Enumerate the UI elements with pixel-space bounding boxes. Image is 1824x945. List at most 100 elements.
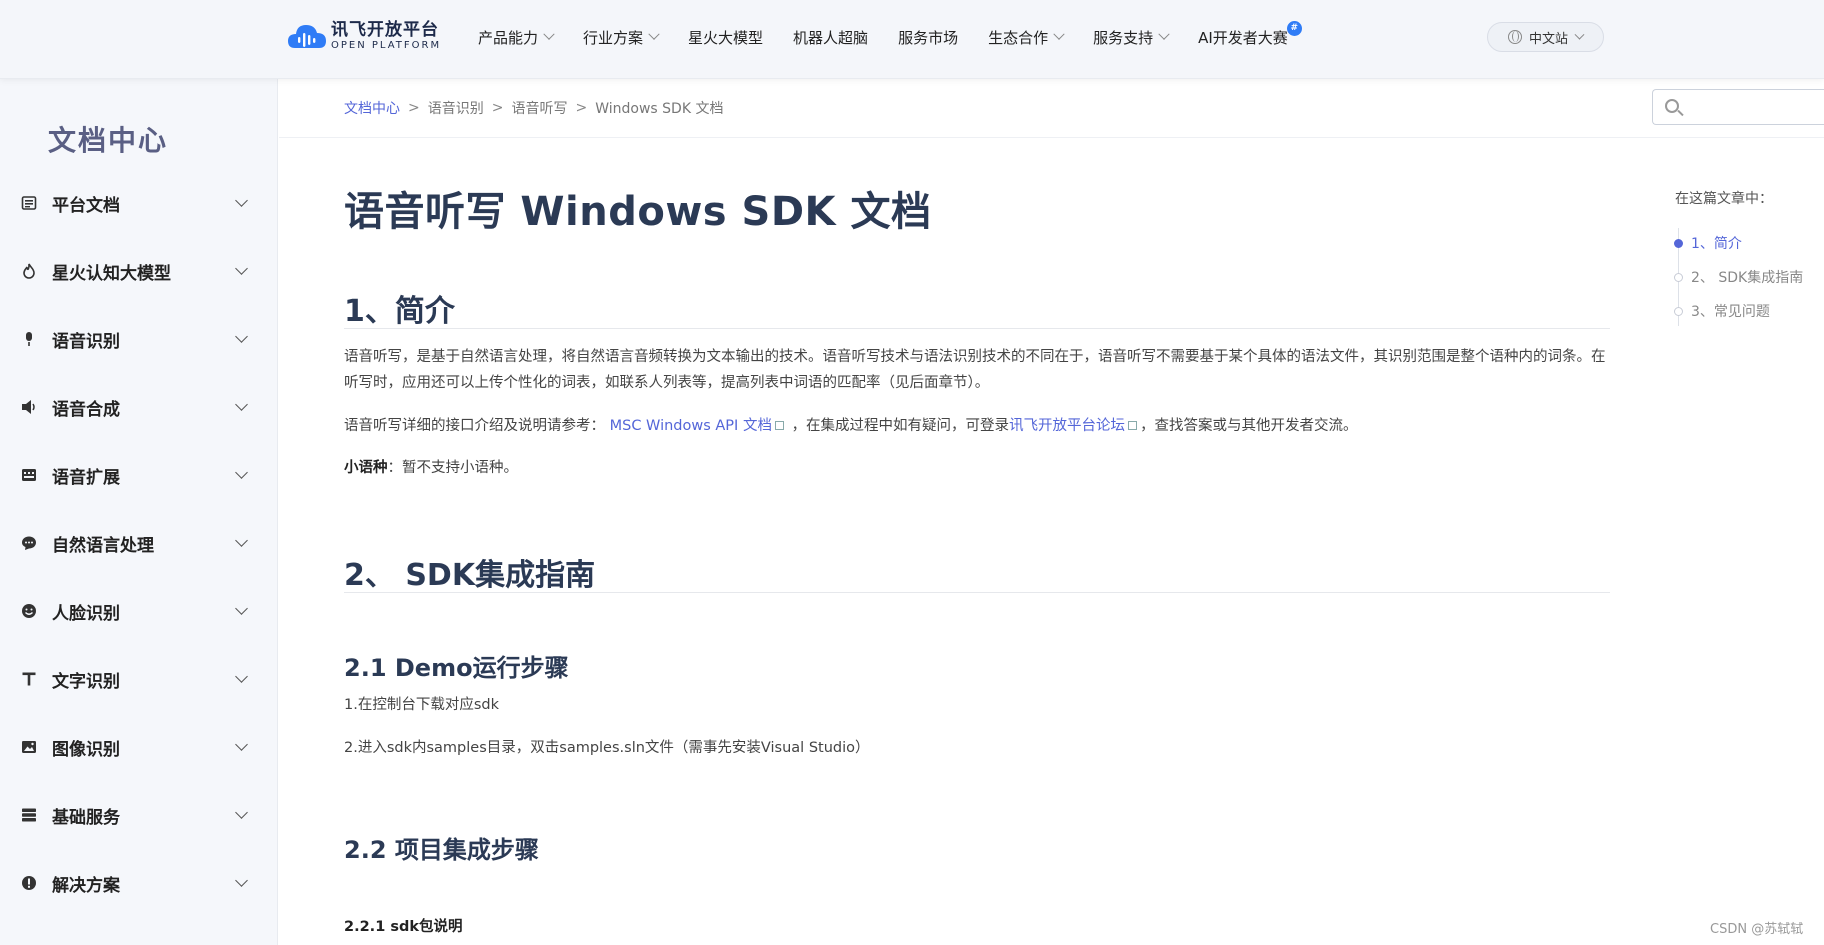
speaker-icon (20, 398, 38, 416)
sidebar-item-face-recognition[interactable]: 人脸识别 (0, 577, 278, 645)
sidebar-item-label: 自然语言处理 (52, 535, 154, 556)
intro-paragraph: 语音听写，是基于自然语言处理，将自然语言音频转换为文本输出的技术。语音听写技术与… (344, 349, 1606, 391)
language-label: 中文站 (1528, 31, 1568, 47)
search-icon (1665, 99, 1679, 113)
subsection-heading-sdk-package: 2.2.1 sdk包说明 (344, 919, 463, 935)
nav-item-support[interactable]: 服务支持 (1093, 27, 1170, 48)
nav-label: 星火大模型 (688, 28, 764, 47)
nav-label: 机器人超脑 (793, 28, 869, 47)
platform-logo[interactable]: 讯飞开放平台 OPEN PLATFORM (287, 20, 441, 54)
nav-item-ecosystem[interactable]: 生态合作 (988, 27, 1065, 48)
sidebar-item-label: 语音识别 (52, 331, 120, 352)
reference-prefix: 语音听写详细的接口介绍及说明请参考： (344, 418, 605, 434)
toc-dot-icon (1674, 306, 1683, 316)
nav-label: AI开发者大赛 (1198, 28, 1288, 47)
chevron-down-icon (235, 466, 248, 479)
text-icon (20, 670, 38, 688)
minor-language-label: 小语种 (344, 460, 388, 476)
nav-label: 产品能力 (478, 28, 539, 47)
sidebar-item-image-recognition[interactable]: 图像识别 (0, 713, 278, 781)
alert-icon (20, 874, 38, 892)
breadcrumb-item-current: Windows SDK 文档 (595, 101, 724, 117)
toc-item-sdk-guide[interactable]: 2、 SDK集成指南 (1674, 267, 1803, 287)
sidebar-item-label: 语音扩展 (52, 467, 120, 488)
toc-dot-icon (1674, 238, 1683, 248)
server-icon (20, 806, 38, 824)
sidebar-item-label: 平台文档 (52, 195, 120, 216)
chevron-down-icon (235, 262, 248, 275)
sidebar-item-label: 文字识别 (52, 671, 120, 692)
sidebar-item-ocr[interactable]: 文字识别 (0, 645, 278, 713)
demo-step-2: 2.进入sdk内samples目录，双击samples.sln文件（需事先安装V… (344, 740, 870, 756)
forum-link[interactable]: 讯飞开放平台论坛 (1009, 418, 1125, 434)
chevron-down-icon (235, 670, 248, 683)
external-link-icon (1128, 421, 1138, 430)
hash-badge-icon: # (1286, 20, 1302, 36)
nav-label: 生态合作 (988, 28, 1049, 47)
nav-item-industry[interactable]: 行业方案 (583, 27, 660, 48)
nav-item-ai-contest[interactable]: AI开发者大赛 # (1198, 20, 1302, 48)
sidebar-item-label: 语音合成 (52, 399, 120, 420)
section-divider (344, 328, 1610, 329)
breadcrumb-separator: > (575, 100, 588, 116)
sidebar-list: 平台文档 星火认知大模型 语音识别 语音合成 语音扩展 自然语言处理 人脸识别 … (0, 169, 278, 917)
breadcrumb-item-dictation[interactable]: 语音听写 (511, 98, 567, 118)
section-divider (344, 592, 1610, 593)
msc-api-doc-link[interactable]: MSC Windows API 文档 (610, 418, 772, 434)
chevron-down-icon (235, 806, 248, 819)
doc-sidebar: 文档中心 平台文档 星火认知大模型 语音识别 语音合成 语音扩展 自然语言处理 … (0, 79, 278, 945)
globe-icon (1507, 30, 1522, 44)
language-switcher[interactable]: 中文站 (1487, 22, 1604, 52)
image-icon (20, 738, 38, 756)
nav-label: 服务支持 (1093, 28, 1154, 47)
page-title: 语音听写 Windows SDK 文档 (344, 189, 932, 235)
breadcrumb-item-speech-recognition[interactable]: 语音识别 (428, 98, 484, 118)
sidebar-item-speech-extension[interactable]: 语音扩展 (0, 441, 278, 509)
sidebar-item-platform-docs[interactable]: 平台文档 (0, 169, 278, 237)
sidebar-item-label: 图像识别 (52, 739, 120, 760)
search-input[interactable] (1652, 89, 1824, 125)
breadcrumb-item-doc-center[interactable]: 文档中心 (344, 98, 400, 118)
sidebar-item-solutions[interactable]: 解决方案 (0, 849, 278, 917)
toc-dot-icon (1674, 272, 1683, 282)
watermark: CSDN @苏轼轼 (1710, 922, 1804, 937)
sidebar-item-label: 人脸识别 (52, 603, 120, 624)
chevron-down-icon (235, 534, 248, 547)
external-link-icon (774, 421, 784, 430)
reference-suffix: ，查找答案或与其他开发者交流。 (1140, 418, 1358, 434)
chevron-down-icon (235, 398, 248, 411)
chevron-down-icon (1053, 28, 1065, 40)
nav-item-products[interactable]: 产品能力 (478, 27, 555, 48)
toc-item-label: 1、简介 (1691, 236, 1742, 252)
reference-middle: ，在集成过程中如有疑问，可登录 (791, 418, 1010, 434)
document-icon (20, 194, 38, 212)
demo-step-1: 1.在控制台下载对应sdk (344, 697, 499, 713)
nav-label: 服务市场 (898, 28, 959, 47)
minor-language-note: 小语种：暂不支持小语种。 (344, 455, 1610, 481)
sidebar-item-speech-recognition[interactable]: 语音识别 (0, 305, 278, 373)
sidebar-item-spark[interactable]: 星火认知大模型 (0, 237, 278, 305)
sidebar-item-basic-services[interactable]: 基础服务 (0, 781, 278, 849)
sidebar-title: 文档中心 (48, 124, 169, 157)
article-content: 语音听写 Windows SDK 文档 (344, 180, 1610, 244)
toc-item-label: 3、常见问题 (1691, 304, 1770, 320)
breadcrumb-separator: > (408, 100, 420, 116)
chevron-down-icon (235, 738, 248, 751)
sidebar-item-speech-synthesis[interactable]: 语音合成 (0, 373, 278, 441)
chevron-down-icon (235, 874, 248, 887)
chevron-down-icon (543, 28, 555, 40)
toc-item-intro[interactable]: 1、简介 (1674, 233, 1742, 253)
nav-item-robot-brain[interactable]: 机器人超脑 (793, 27, 868, 48)
toc-item-faq[interactable]: 3、常见问题 (1674, 301, 1770, 321)
breadcrumb-divider (279, 137, 1824, 138)
chevron-down-icon (1574, 29, 1585, 40)
section-heading-intro: 1、简介 (344, 294, 455, 329)
nav-item-spark-model[interactable]: 星火大模型 (688, 27, 763, 48)
keyboard-icon (20, 466, 38, 484)
nav-item-market[interactable]: 服务市场 (898, 27, 958, 48)
chevron-down-icon (648, 28, 660, 40)
minor-language-text: ：暂不支持小语种。 (387, 460, 519, 476)
cloud-wave-logo-icon (287, 20, 327, 54)
sidebar-item-nlp[interactable]: 自然语言处理 (0, 509, 278, 577)
main-nav: 产品能力 行业方案 星火大模型 机器人超脑 服务市场 生态合作 服务支持 AI开… (478, 20, 1318, 48)
